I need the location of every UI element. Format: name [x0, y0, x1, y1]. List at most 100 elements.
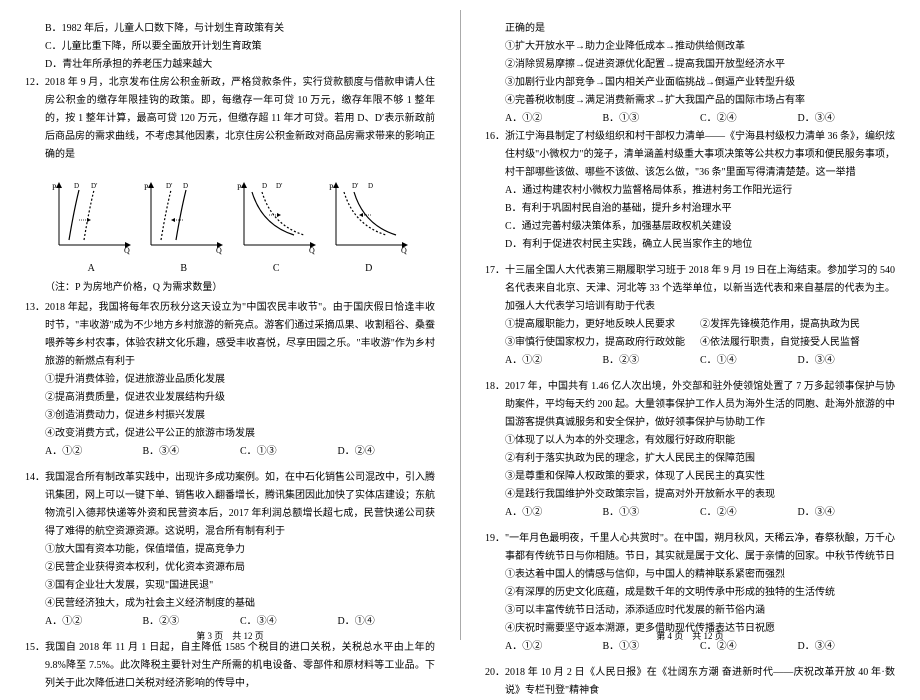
svg-text:P: P	[144, 183, 149, 192]
q20: 20． 2018 年 10 月 2 日《人民日报》在《壮阔东方潮 奋进新时代——…	[485, 664, 895, 700]
svg-text:D: D	[74, 182, 79, 190]
q18-b: B．①③	[603, 504, 701, 522]
q15-opt1: ①扩大开放水平→助力企业降低成本→推动供给侧改革	[505, 38, 895, 56]
svg-text:Q: Q	[216, 246, 222, 255]
label-a: A	[49, 263, 134, 274]
q14-opt1: ①放大国有资本功能，保值增值，提高竞争力	[45, 541, 435, 559]
label-c: C	[234, 263, 319, 274]
q19-text: "一年月色最明夜，千里人心共赏时"。在中国，朔月秋风，天稀云净，春祭秋酿，万千心…	[485, 530, 895, 566]
svg-text:P: P	[329, 183, 334, 192]
q13-b: B．③④	[143, 443, 241, 461]
chart-a: P Q D D′	[49, 180, 134, 255]
chart-d: P Q D′ D	[326, 180, 411, 255]
svg-text:Q: Q	[309, 246, 315, 255]
q13-a: A．①②	[45, 443, 143, 461]
q16-c: C．通过完善村级决策体系，加强基层政权机关建设	[505, 218, 895, 236]
option-b: B．1982 年后，儿童人口数下降，与计划生育政策有关	[45, 20, 435, 38]
q13-num: 13．	[25, 299, 45, 317]
q15-opt4: ④完善税收制度→满足消费新需求→扩大我国产品的国际市场占有率	[505, 92, 895, 110]
q16: 16． 浙江宁海县制定了村级组织和村干部权力清单——《宁海县村级权力清单 36 …	[485, 128, 895, 254]
svg-text:P: P	[237, 183, 242, 192]
chart-c: P Q D D′	[234, 180, 319, 255]
svg-text:D′: D′	[166, 182, 173, 190]
q18-opt3: ③是尊重和保障人权政策的要求，体现了人民民主的真实性	[505, 468, 895, 486]
q20-num: 20．	[485, 664, 505, 682]
chart-labels: A B C D	[25, 263, 435, 274]
svg-text:D: D	[368, 182, 373, 190]
q17: 17． 十三届全国人大代表第三期履职学习班于 2018 年 9 月 19 日在上…	[485, 262, 895, 370]
q16-d: D．有利于促进农村民主实践，确立人民当家作主的地位	[505, 236, 895, 254]
q18-d: D．③④	[798, 504, 896, 522]
q17-c: C．①④	[700, 352, 798, 370]
q18-text: 2017 年，中国共有 1.46 亿人次出境，外交部和驻外使领馆处置了 7 万多…	[485, 378, 895, 432]
q19-opt2: ②有深厚的历史文化底蕴，成是数千年的文明传承中形成的独特的生活传统	[505, 584, 895, 602]
q17-opt4: ④依法履行职责，自觉接受人民监督	[700, 334, 895, 352]
svg-text:P: P	[52, 183, 57, 192]
q18: 18． 2017 年，中国共有 1.46 亿人次出境，外交部和驻外使领馆处置了 …	[485, 378, 895, 522]
q15-header: 正确的是	[505, 20, 895, 38]
option-d: D．青壮年所承担的养老压力越来越大	[45, 56, 435, 74]
q14: 14． 我国混合所有制改革实践中，出现许多成功案例。如，在中石化销售公司混改中，…	[25, 469, 435, 631]
q17-text: 十三届全国人大代表第三期履职学习班于 2018 年 9 月 19 日在上海结束。…	[485, 262, 895, 316]
q17-d: D．③④	[798, 352, 896, 370]
q18-opt4: ④是践行我国维护外交政策宗旨，提高对外开放新水平的表现	[505, 486, 895, 504]
q18-a: A．①②	[505, 504, 603, 522]
svg-text:Q: Q	[401, 246, 407, 255]
q14-opt4: ④民营经济独大，成为社会主义经济制度的基础	[45, 595, 435, 613]
q15-b: B．①③	[603, 110, 701, 128]
q14-text: 我国混合所有制改革实践中，出现许多成功案例。如，在中石化销售公司混改中，引入腾讯…	[25, 469, 435, 541]
q16-a: A．通过构建农村小微权力监督格局体系，推进村务工作阳光运行	[505, 182, 895, 200]
q15-d: D．③④	[798, 110, 896, 128]
q13: 13． 2018 年起，我国将每年农历秋分这天设立为"中国农民丰收节"。由于国庆…	[25, 299, 435, 461]
q17-opt2: ②发挥先锋模范作用，提高执政为民	[700, 316, 895, 334]
q14-opt2: ②民营企业获得资本权利，优化资本资源布局	[45, 559, 435, 577]
q15: 15． 我国自 2018 年 11 月 1 日起，自主降低 1585 个税目的进…	[25, 639, 435, 693]
q15-a: A．①②	[505, 110, 603, 128]
left-footer: 第 3 页 共 12 页	[0, 629, 460, 642]
q13-d: D．②④	[338, 443, 436, 461]
svg-text:Q: Q	[124, 246, 130, 255]
option-c: C．儿童比重下降，所以要全面放开计划生育政策	[45, 38, 435, 56]
chart-row: P Q D D′ P Q D′ D	[25, 172, 435, 263]
q18-opt2: ②有利于落实执政为民的理念，扩大人民民主的保障范围	[505, 450, 895, 468]
q13-opt3: ③创造消费动力，促进乡村振兴发展	[45, 407, 435, 425]
svg-text:D′: D′	[352, 182, 359, 190]
q17-opt3: ③审慎行使国家权力，提高政府行政效能	[505, 334, 700, 352]
q14-num: 14．	[25, 469, 45, 487]
q13-c: C．①③	[240, 443, 338, 461]
q19-opt1: ①表达着中国人的情感与信仰，与中国人的精神联系紧密而强烈	[505, 566, 895, 584]
q17-a: A．①②	[505, 352, 603, 370]
q20-text: 2018 年 10 月 2 日《人民日报》在《壮阔东方潮 奋进新时代——庆祝改革…	[485, 664, 895, 700]
svg-text:D′: D′	[276, 182, 283, 190]
right-page: 正确的是 ①扩大开放水平→助力企业降低成本→推动供给侧改革 ②消除贸易摩擦→促进…	[460, 0, 920, 650]
chart-b: P Q D′ D	[141, 180, 226, 255]
q17-num: 17．	[485, 262, 505, 280]
right-footer: 第 4 页 共 12 页	[460, 629, 920, 642]
q16-num: 16．	[485, 128, 505, 146]
q18-opt1: ①体现了以人为本的外交理念，有效履行好政府职能	[505, 432, 895, 450]
label-b: B	[141, 263, 226, 274]
q19-num: 19．	[485, 530, 505, 548]
q13-opt1: ①提升消费体验，促进旅游业品质化发展	[45, 371, 435, 389]
left-page: B．1982 年后，儿童人口数下降，与计划生育政策有关 C．儿童比重下降，所以要…	[0, 0, 460, 650]
svg-text:D′: D′	[91, 182, 98, 190]
q18-num: 18．	[485, 378, 505, 396]
q11-options: B．1982 年后，儿童人口数下降，与计划生育政策有关 C．儿童比重下降，所以要…	[25, 20, 435, 74]
q17-b: B．②③	[603, 352, 701, 370]
q13-opt4: ④改变消费方式，促进公平公正的旅游市场发展	[45, 425, 435, 443]
svg-text:D: D	[262, 182, 267, 190]
q18-c: C．②④	[700, 504, 798, 522]
q12-num: 12．	[25, 74, 45, 92]
q16-b: B．有利于巩固村民自治的基础，提升乡村治理水平	[505, 200, 895, 218]
q17-opt1: ①提高履职能力，更好地反映人民要求	[505, 316, 700, 334]
q15-cont: 正确的是 ①扩大开放水平→助力企业降低成本→推动供给侧改革 ②消除贸易摩擦→促进…	[485, 20, 895, 110]
label-d: D	[326, 263, 411, 274]
q14-opt3: ③国有企业壮大发展，实现"国进民退"	[45, 577, 435, 595]
q19-opt3: ③可以丰富传统节日活动，添添适应时代发展的新节俗内涵	[505, 602, 895, 620]
q16-text: 浙江宁海县制定了村级组织和村干部权力清单——《宁海县村级权力清单 36 条》，编…	[485, 128, 895, 182]
q13-opt2: ②提高消费质量，促进农业发展结构升级	[45, 389, 435, 407]
q15-c: C．②④	[700, 110, 798, 128]
q12: 12． 2018 年 9 月，北京发布住房公积金新政，严格贷款条件，实行贷款额度…	[25, 74, 435, 164]
q15-opt3: ③加剧行业内部竞争→国内相关产业面临挑战→倒逼产业转型升级	[505, 74, 895, 92]
q15-text: 我国自 2018 年 11 月 1 日起，自主降低 1585 个税目的进口关税，…	[25, 639, 435, 693]
